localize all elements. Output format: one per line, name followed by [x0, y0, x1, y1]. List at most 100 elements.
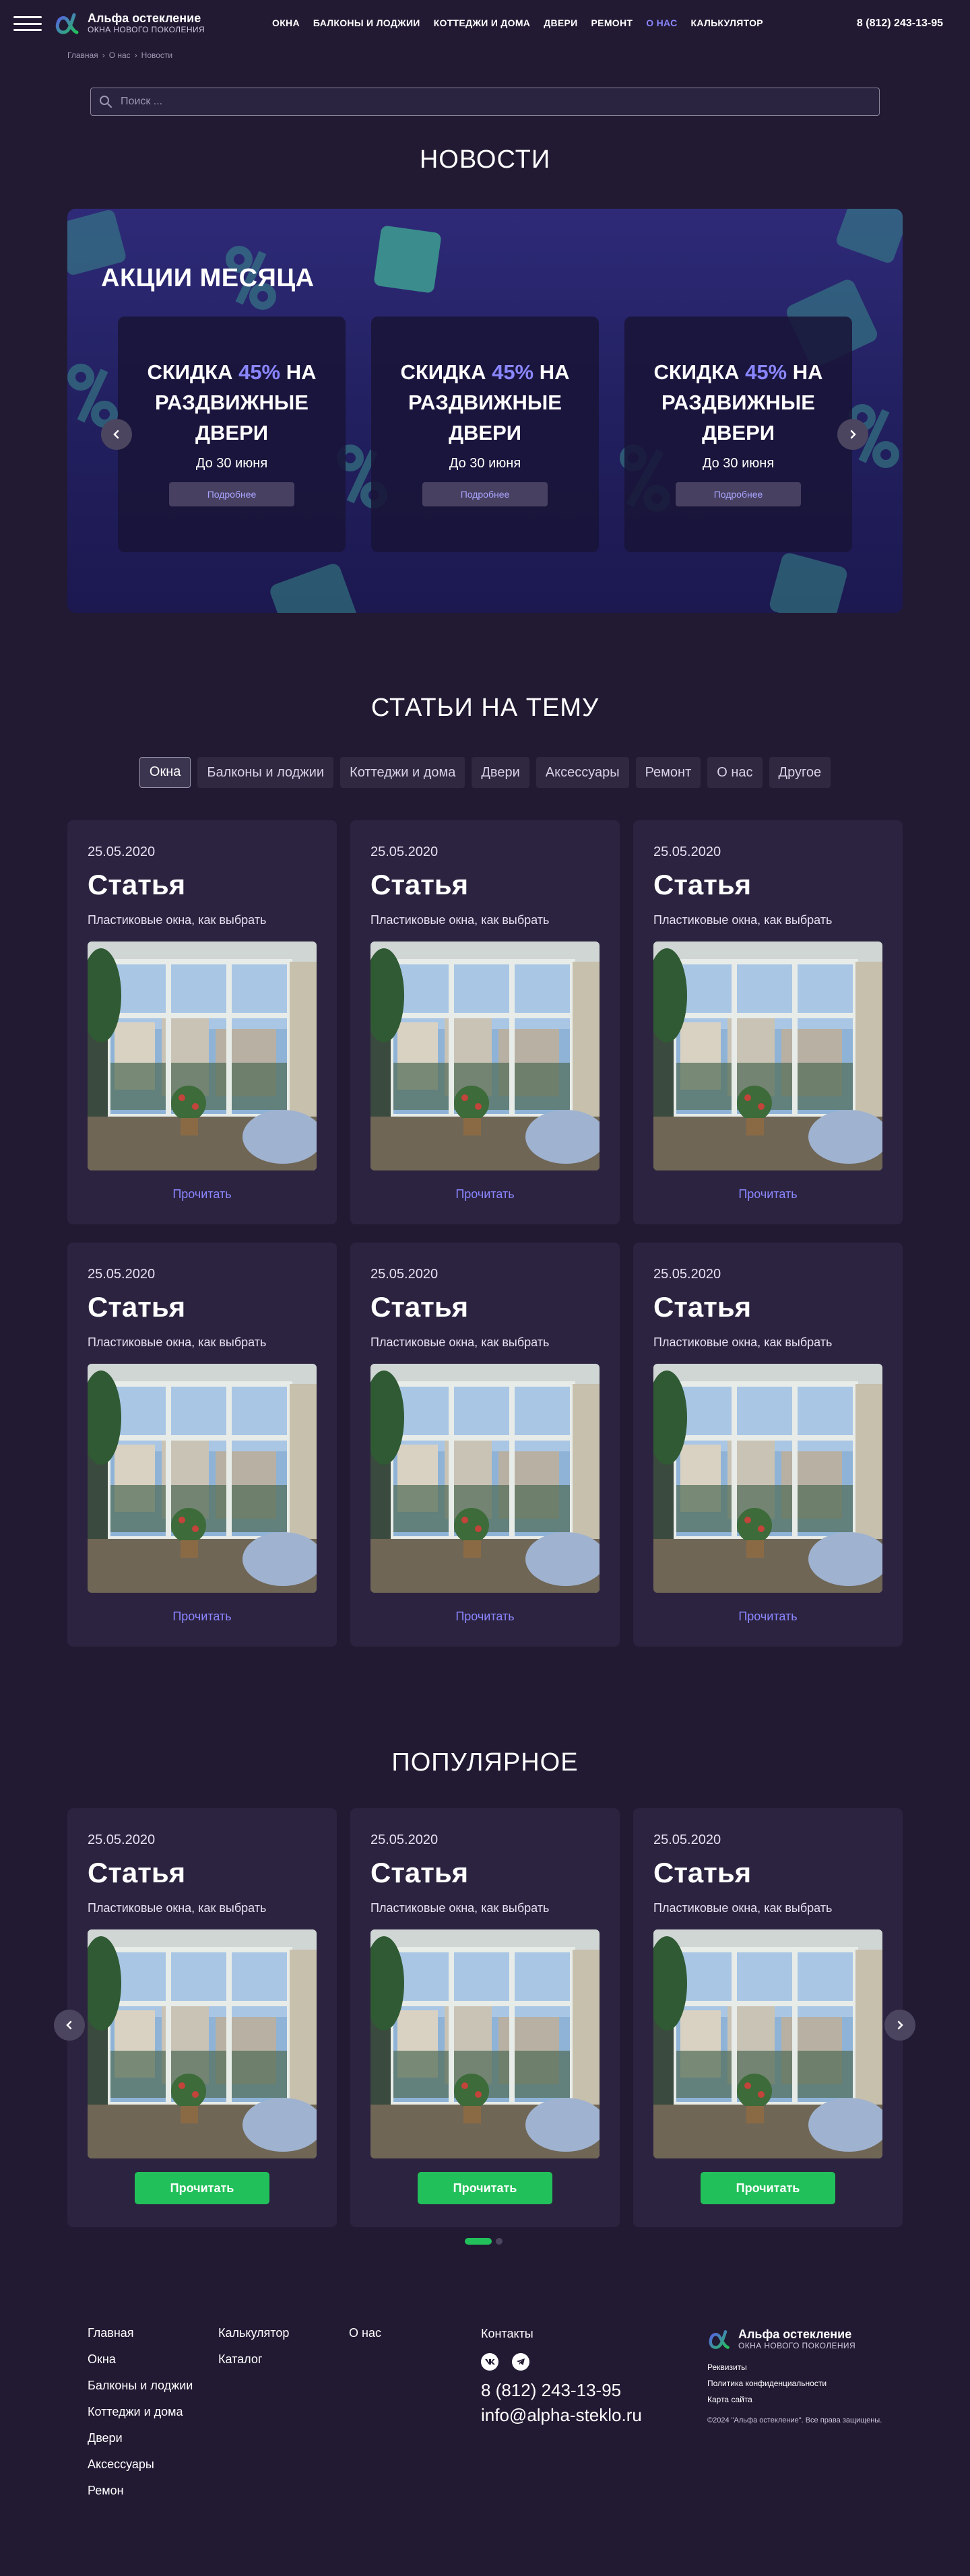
article-date: 25.05.2020: [370, 845, 439, 859]
nav-o-nas[interactable]: О НАС: [646, 18, 677, 28]
read-link[interactable]: Прочитать: [67, 1610, 337, 1624]
article-title[interactable]: Статья: [370, 869, 468, 901]
promo-percent: 45%: [745, 360, 787, 384]
article-date: 25.05.2020: [88, 1832, 156, 1847]
article-title[interactable]: Статья: [88, 1857, 185, 1889]
header-phone[interactable]: 8 (812) 243-13-95: [857, 18, 943, 30]
promo-title: СКИДКА 45% НА РАЗДВИЖНЫЕ ДВЕРИ: [400, 360, 570, 444]
footer-link[interactable]: Коттеджи и дома: [88, 2406, 193, 2418]
promo-prev-button[interactable]: [101, 419, 132, 450]
tab-remont[interactable]: Ремонт: [635, 757, 701, 788]
article-card: 25.05.2020 Статья Пластиковые окна, как вы…: [67, 1243, 337, 1647]
footer-link[interactable]: О нас: [349, 2327, 381, 2339]
tab-balkony[interactable]: Балконы и лоджии: [197, 757, 334, 788]
read-button[interactable]: Прочитать: [135, 2172, 269, 2204]
breadcrumb-home[interactable]: Главная: [67, 51, 98, 60]
footer-link[interactable]: Главная: [88, 2327, 193, 2339]
promo-more-button[interactable]: Подробнее: [169, 482, 294, 506]
article-title[interactable]: Статья: [88, 869, 185, 901]
banner-title: АКЦИИ МЕСЯЦА: [101, 264, 315, 292]
read-button[interactable]: Прочитать: [701, 2172, 835, 2204]
article-description: Пластиковые окна, как выбрать: [653, 1335, 833, 1349]
read-button[interactable]: Прочитать: [418, 2172, 552, 2204]
article-image[interactable]: [88, 942, 317, 1170]
article-title[interactable]: Статья: [370, 1857, 468, 1889]
breadcrumb-about[interactable]: О нас: [109, 51, 131, 60]
read-link[interactable]: Прочитать: [67, 1187, 337, 1201]
logo-subtitle: ОКНА НОВОГО ПОКОЛЕНИЯ: [88, 25, 205, 34]
footer-logo[interactable]: Альфа остекление ОКНА НОВОГО ПОКОЛЕНИЯ: [707, 2327, 855, 2351]
article-description: Пластиковые окна, как выбрать: [653, 1901, 833, 1915]
read-link[interactable]: Прочитать: [350, 1187, 620, 1201]
article-image[interactable]: [88, 1364, 317, 1593]
article-image[interactable]: [653, 1364, 882, 1593]
nav-okna[interactable]: ОКНА: [272, 18, 300, 28]
article-title[interactable]: Статья: [653, 869, 751, 901]
promo-more-button[interactable]: Подробнее: [422, 482, 548, 506]
footer-link[interactable]: Двери: [88, 2432, 193, 2444]
tab-aksessuary[interactable]: Аксессуары: [536, 757, 629, 788]
read-link[interactable]: Прочитать: [633, 1187, 903, 1201]
promo-next-button[interactable]: [837, 419, 868, 450]
footer-link[interactable]: Окна: [88, 2353, 193, 2365]
popular-next-button[interactable]: [884, 2010, 915, 2041]
footer-col-tools: Калькулятор Каталог: [218, 2327, 289, 2365]
article-title[interactable]: Статья: [653, 1291, 751, 1323]
promo-date: До 30 июня: [195, 456, 268, 471]
pagination-dot[interactable]: [496, 2238, 503, 2245]
read-link[interactable]: Прочитать: [633, 1610, 903, 1624]
vk-icon[interactable]: [481, 2353, 498, 2371]
nav-dveri[interactable]: ДВЕРИ: [544, 18, 577, 28]
promo-more-button[interactable]: Подробнее: [676, 482, 801, 506]
telegram-icon[interactable]: [512, 2353, 529, 2371]
article-image[interactable]: [370, 942, 600, 1170]
chevron-right-icon: [850, 430, 856, 439]
footer-email[interactable]: info@alpha-steklo.ru: [481, 2405, 642, 2426]
nav-balkony[interactable]: БАЛКОНЫ И ЛОДЖИИ: [313, 18, 420, 28]
footer-legal-links: Реквизиты Политика конфиденциальности Ка…: [707, 2363, 827, 2404]
search-icon: [100, 96, 112, 108]
footer-contacts: Контакты 8 (812) 243-13-95 info@alpha-st…: [481, 2327, 642, 2426]
footer-link[interactable]: Аксессуары: [88, 2458, 193, 2470]
popular-prev-button[interactable]: [54, 2010, 85, 2041]
carousel-pagination: [465, 2238, 503, 2245]
article-description: Пластиковые окна, как выбрать: [370, 1335, 550, 1349]
article-image[interactable]: [88, 1929, 317, 2158]
article-title[interactable]: Статья: [88, 1291, 185, 1323]
article-title[interactable]: Статья: [370, 1291, 468, 1323]
promo-banner: АКЦИИ МЕСЯЦА СКИДКА 45% НА РАЗДВИЖНЫЕ ДВ…: [67, 209, 903, 613]
footer-link[interactable]: Балконы и лоджии: [88, 2379, 193, 2391]
article-image[interactable]: [653, 942, 882, 1170]
tab-dveri[interactable]: Двери: [472, 757, 529, 788]
nav-kottedzhi[interactable]: КОТТЕДЖИ И ДОМА: [434, 18, 531, 28]
footer-legal-link[interactable]: Реквизиты: [707, 2363, 827, 2372]
article-description: Пластиковые окна, как выбрать: [653, 913, 833, 927]
pagination-dot-active[interactable]: [465, 2238, 492, 2245]
tab-okna[interactable]: Окна: [139, 757, 191, 788]
nav-remont[interactable]: РЕМОНТ: [591, 18, 633, 28]
nav-kalkulyator[interactable]: КАЛЬКУЛЯТОР: [691, 18, 763, 28]
footer-col-about: О нас: [349, 2327, 381, 2339]
article-image[interactable]: [370, 1929, 600, 2158]
article-image[interactable]: [653, 1929, 882, 2158]
promo-title: СКИДКА 45% НА РАЗДВИЖНЫЕ ДВЕРИ: [147, 360, 317, 444]
social-links: [481, 2353, 642, 2371]
tab-kottedzhi[interactable]: Коттеджи и дома: [340, 757, 465, 788]
footer-phone[interactable]: 8 (812) 243-13-95: [481, 2380, 642, 2401]
footer-legal-link[interactable]: Карта сайта: [707, 2395, 827, 2404]
article-title[interactable]: Статья: [653, 1857, 751, 1889]
promo-percent: 45%: [238, 360, 281, 384]
read-link[interactable]: Прочитать: [350, 1610, 620, 1624]
article-image[interactable]: [370, 1364, 600, 1593]
site-logo[interactable]: Альфа остекление ОКНА НОВОГО ПОКОЛЕНИЯ: [54, 9, 205, 36]
footer-legal-link[interactable]: Политика конфиденциальности: [707, 2379, 827, 2388]
tab-o-nas[interactable]: О нас: [707, 757, 763, 788]
footer-link[interactable]: Ремон: [88, 2484, 193, 2497]
footer-link[interactable]: Каталог: [218, 2353, 289, 2365]
popular-card: 25.05.2020 Статья Пластиковые окна, как вы…: [633, 1808, 903, 2227]
menu-icon[interactable]: [13, 16, 42, 31]
search-input[interactable]: [119, 95, 860, 108]
tab-drugoe[interactable]: Другое: [769, 757, 831, 788]
footer-link[interactable]: Калькулятор: [218, 2327, 289, 2339]
chevron-left-icon: [113, 430, 119, 439]
